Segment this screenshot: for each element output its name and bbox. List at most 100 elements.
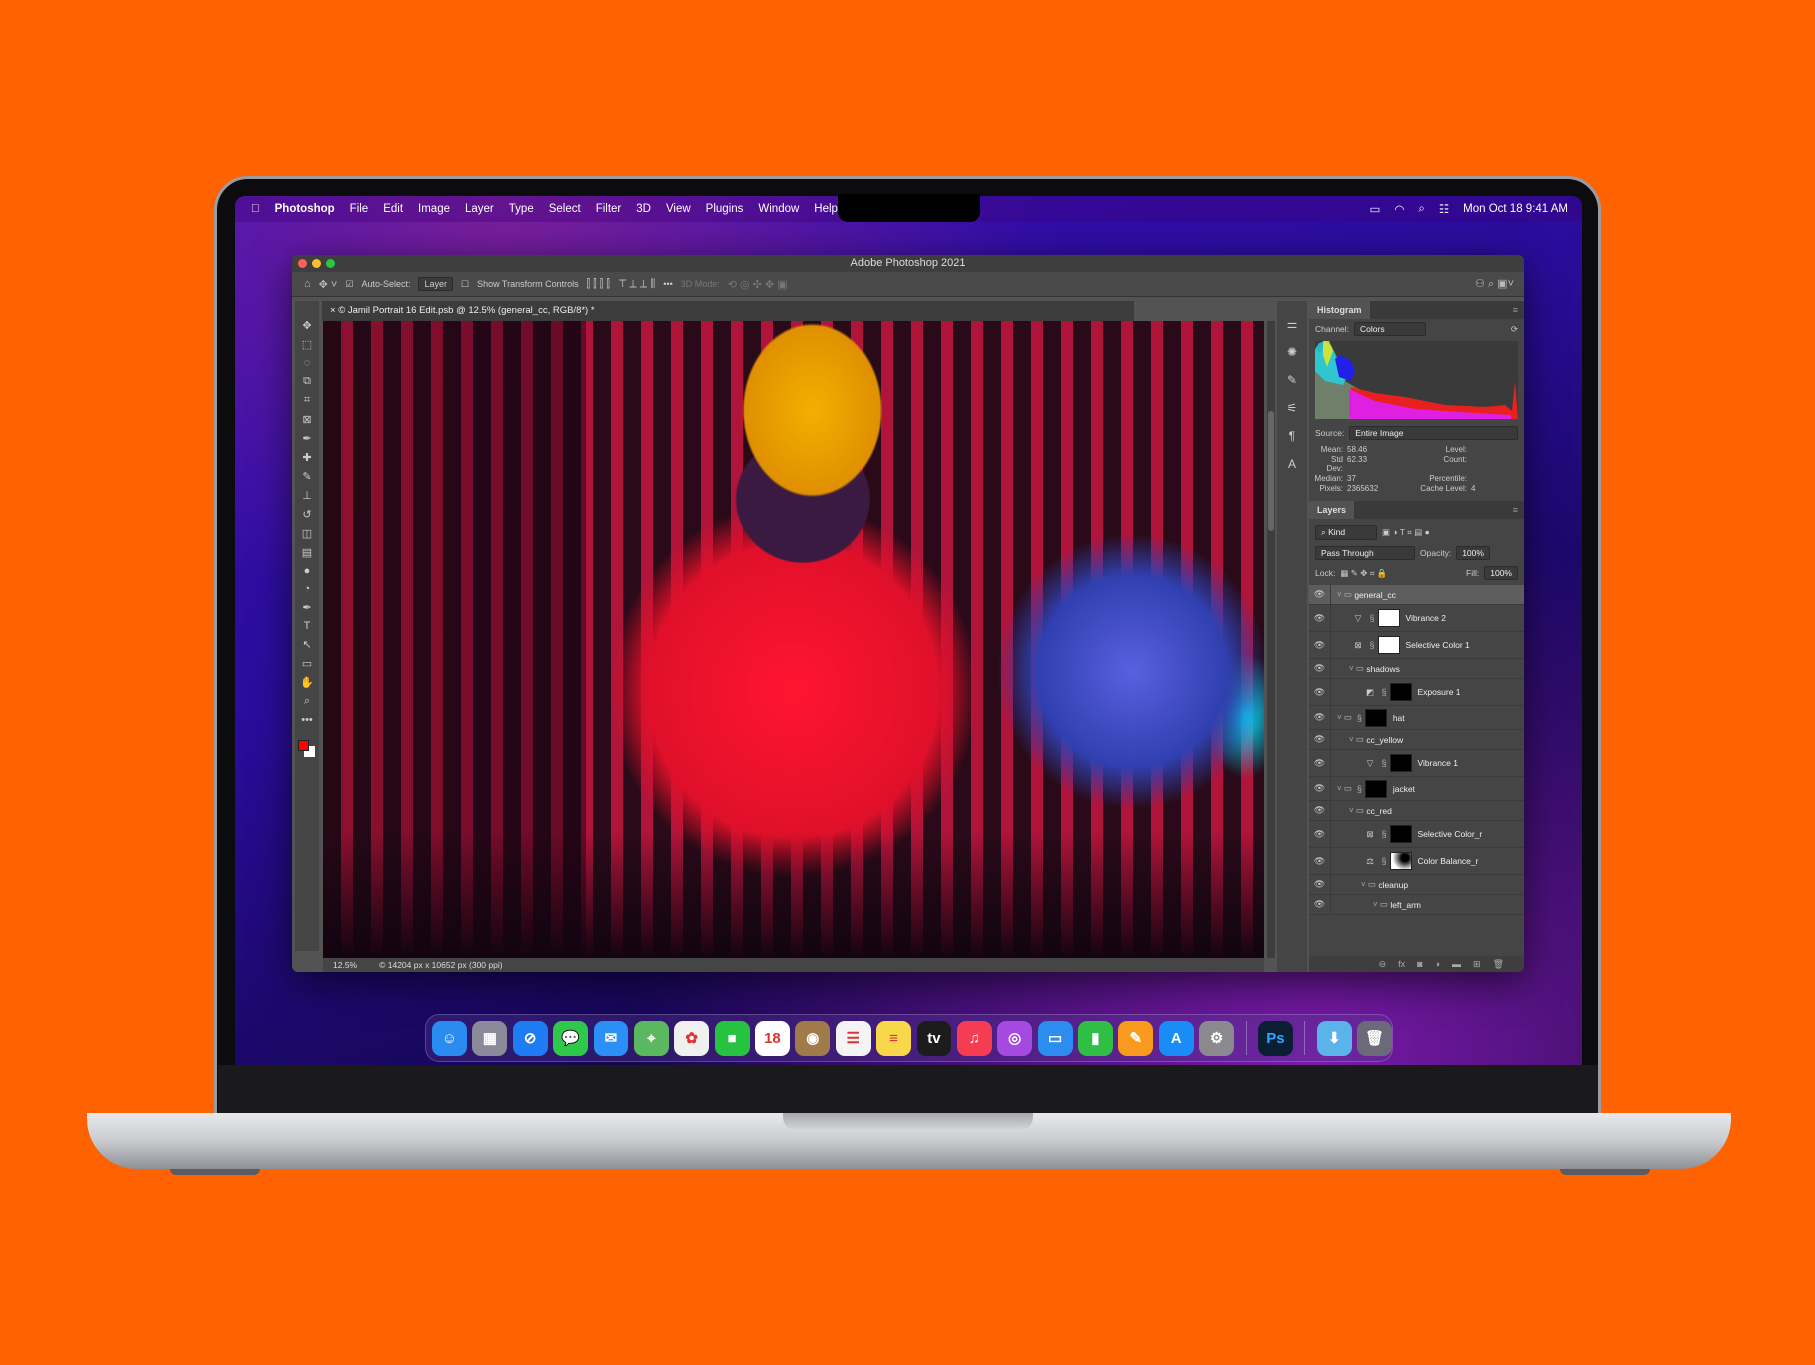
visibility-eye-icon[interactable]: 👁 [1309, 750, 1331, 776]
visibility-eye-icon[interactable]: 👁 [1309, 632, 1331, 658]
transform-checkbox[interactable]: ☐ [461, 279, 469, 290]
character-icon[interactable]: A [1288, 457, 1296, 471]
link-icon[interactable]: § [1354, 713, 1362, 723]
source-dropdown[interactable]: Entire Image [1349, 426, 1518, 440]
menu-layer[interactable]: Layer [465, 203, 494, 215]
3d-mode-icons[interactable]: ⟲ ◎ ✣ ✥ ▣ [728, 278, 788, 291]
link-icon[interactable]: § [1379, 758, 1387, 768]
dock-facetime-icon[interactable]: ■ [714, 1020, 750, 1056]
adjustments-icon[interactable]: ✺ [1287, 345, 1297, 359]
properties-icon[interactable]: ⚌ [1287, 317, 1298, 331]
dock-downloads-icon[interactable]: ⬇ [1316, 1020, 1352, 1056]
menu-edit[interactable]: Edit [383, 203, 403, 215]
healing-tool-icon[interactable]: ✚ [302, 451, 311, 464]
link-icon[interactable]: § [1367, 613, 1375, 623]
folder-icon[interactable]: ▬ [1452, 959, 1461, 969]
visibility-eye-icon[interactable]: 👁 [1309, 679, 1331, 705]
more-tool-icon[interactable]: ••• [301, 714, 313, 726]
dock-contacts-icon[interactable]: ◉ [795, 1020, 831, 1056]
layer-mask-thumbnail[interactable] [1377, 609, 1400, 627]
menu-help[interactable]: Help [814, 203, 838, 215]
object-select-tool-icon[interactable]: ⧉ [303, 375, 311, 388]
canvas-image[interactable] [323, 321, 1264, 958]
visibility-eye-icon[interactable]: 👁 [1309, 706, 1331, 729]
layer-mask-thumbnail[interactable] [1364, 708, 1387, 727]
dock-keynote-icon[interactable]: ▭ [1037, 1020, 1073, 1056]
clock[interactable]: Mon Oct 18 9:41 AM [1463, 203, 1568, 215]
marquee-tool-icon[interactable]: ⬚ [302, 338, 312, 351]
dock-tv-icon[interactable]: tv [916, 1020, 952, 1056]
layer-row[interactable]: 👁 ˅ ▭ § jacket [1309, 777, 1524, 801]
filter-kind-dropdown[interactable]: ⌕ Kind [1315, 525, 1377, 540]
visibility-eye-icon[interactable]: 👁 [1309, 801, 1331, 820]
dock-app-store-icon[interactable]: A [1158, 1020, 1194, 1056]
brush-tool-icon[interactable]: ✎ [302, 470, 311, 483]
move-tool-icon[interactable]: ✥ [302, 319, 311, 332]
blur-tool-icon[interactable]: ● [304, 565, 311, 577]
layer-row[interactable]: 👁 ⊠ § Selective Color 1 [1309, 632, 1524, 659]
document-tab[interactable]: × © Jamil Portrait 16 Edit.psb @ 12.5% (… [322, 301, 1134, 321]
layer-row[interactable]: 👁 ˅ ▭ cleanup [1309, 875, 1524, 895]
vertical-scrollbar[interactable] [1267, 321, 1275, 958]
zoom-level[interactable]: 12.5% [333, 958, 357, 972]
layer-row[interactable]: 👁 ˅ ▭ cc_red [1309, 801, 1524, 821]
dock-reminders-icon[interactable]: ☰ [835, 1020, 871, 1056]
document-info[interactable]: © 14204 px x 10652 px (300 ppi) [379, 958, 502, 972]
eraser-tool-icon[interactable]: ◫ [302, 527, 312, 540]
refresh-icon[interactable]: ⟳ [1511, 324, 1518, 335]
layer-row[interactable]: 👁 ▽ § Vibrance 2 [1309, 605, 1524, 632]
layer-row[interactable]: 👁 ◩ § Exposure 1 [1309, 679, 1524, 706]
layer-row[interactable]: 👁 ˅ ▭ shadows [1309, 659, 1524, 679]
sliders-icon[interactable]: ⚟ [1287, 401, 1298, 415]
dock-numbers-icon[interactable]: ▮ [1078, 1020, 1113, 1056]
auto-select-dropdown[interactable]: Layer [418, 277, 453, 291]
blend-mode-dropdown[interactable]: Pass Through [1315, 546, 1415, 560]
layer-mask-thumbnail[interactable] [1364, 779, 1387, 798]
dock-mail-icon[interactable]: ✉ [593, 1020, 629, 1056]
menu-view[interactable]: View [666, 203, 691, 215]
move-tool-icon[interactable]: ✥ ˅ [319, 278, 338, 291]
panel-menu-icon[interactable]: ≡ [1513, 501, 1518, 519]
layer-row[interactable]: 👁 ˅ ▭ cc_yellow [1309, 730, 1524, 750]
frame-tool-icon[interactable]: ⊠ [302, 413, 311, 426]
layer-row[interactable]: 👁 ˅ ▭ general_cc [1309, 585, 1524, 605]
rectangle-tool-icon[interactable]: ▭ [302, 657, 312, 670]
close-tab-icon[interactable]: × [330, 305, 338, 316]
dodge-tool-icon[interactable]: ◔ [304, 583, 311, 595]
menu-filter[interactable]: Filter [596, 203, 622, 215]
battery-icon[interactable]: ▭ [1369, 202, 1380, 216]
dock-calendar-icon[interactable]: 18 [755, 1020, 790, 1056]
layer-row[interactable]: 👁 ˅ ▭ left_arm [1309, 895, 1524, 915]
link-icon[interactable]: § [1367, 640, 1375, 650]
visibility-eye-icon[interactable]: 👁 [1309, 895, 1331, 914]
link-icon[interactable]: § [1379, 829, 1387, 839]
type-tool-icon[interactable]: T [304, 620, 311, 632]
link-icon[interactable]: § [1379, 687, 1387, 697]
layers-tab[interactable]: Layers [1309, 501, 1355, 519]
layer-mask-thumbnail[interactable] [1377, 636, 1400, 654]
history-brush-tool-icon[interactable]: ↺ [302, 508, 311, 521]
menu-window[interactable]: Window [758, 203, 799, 215]
share-search-workspace-icons[interactable]: ⚇ ⌕ ▣˅ [1475, 277, 1514, 291]
lock-icons[interactable]: ▦ ✎ ✥ ⌗ 🔒 [1340, 568, 1387, 579]
zoom-tool-icon[interactable]: ⌕ [304, 695, 310, 708]
align-icons[interactable]: ⫿ ⫿ ⫿ ⫿ ⊤ ⊥ ⊥ ⫼ [587, 278, 656, 291]
dock-photoshop-icon[interactable]: Ps [1258, 1020, 1293, 1056]
dock-system-preferences-icon[interactable]: ⚙ [1199, 1020, 1234, 1056]
expand-chevron-icon[interactable]: ˅ [1337, 784, 1344, 793]
expand-chevron-icon[interactable]: ˅ [1337, 590, 1344, 599]
layer-mask-thumbnail[interactable] [1389, 852, 1412, 870]
visibility-eye-icon[interactable]: 👁 [1309, 585, 1331, 604]
fx-icon[interactable]: fx [1398, 959, 1405, 969]
minimize-button[interactable] [312, 259, 321, 268]
link-icon[interactable]: § [1354, 784, 1362, 794]
menu-file[interactable]: File [350, 203, 369, 215]
hand-tool-icon[interactable]: ✋ [300, 676, 314, 689]
brush-settings-icon[interactable]: ✎ [1287, 373, 1297, 387]
dock-launchpad-icon[interactable]: ▦ [472, 1020, 508, 1056]
layer-mask-thumbnail[interactable] [1389, 754, 1412, 772]
close-button[interactable] [298, 259, 307, 268]
menu-image[interactable]: Image [418, 203, 450, 215]
visibility-eye-icon[interactable]: 👁 [1309, 821, 1331, 847]
expand-chevron-icon[interactable]: ˅ [1349, 806, 1356, 815]
